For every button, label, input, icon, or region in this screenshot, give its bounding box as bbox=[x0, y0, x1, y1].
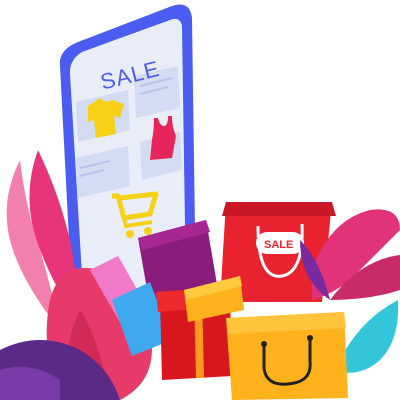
shopping-illustration: SALE SALE bbox=[0, 4, 400, 400]
orange-shopping-bag bbox=[226, 312, 348, 400]
red-bag-label: SALE bbox=[264, 239, 293, 251]
leaf-teal bbox=[340, 300, 399, 373]
